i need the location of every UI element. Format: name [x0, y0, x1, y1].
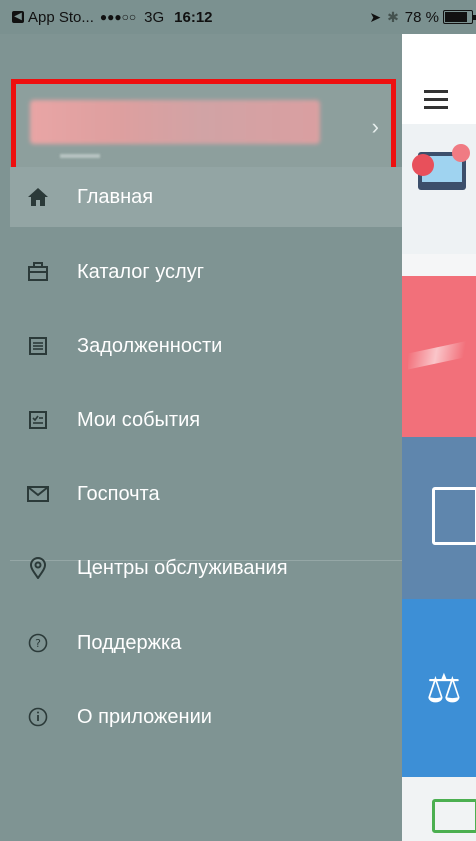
main-content-peek[interactable]: ⚖: [402, 34, 476, 841]
services-tile[interactable]: [402, 276, 476, 437]
profile-header[interactable]: ›: [11, 79, 396, 179]
status-bar: ◀ App Sto... ●●●○○ 3G 16:12 ➤ ✱ 78 %: [0, 0, 476, 34]
menu-item-gosmail[interactable]: Госпочта: [10, 464, 402, 524]
status-time: 16:12: [174, 8, 213, 26]
bluetooth-icon: ✱: [387, 8, 399, 25]
banner-tile[interactable]: [402, 124, 476, 254]
list-tile[interactable]: [402, 777, 476, 841]
info-icon: [22, 707, 54, 727]
profile-subtitle-redacted: [60, 154, 100, 158]
signal-strength: ●●●○○: [99, 10, 137, 24]
hamburger-menu-icon[interactable]: [424, 90, 448, 114]
network-type: 3G: [144, 8, 165, 26]
menu-item-service-centers[interactable]: Центры обслуживания: [10, 538, 402, 598]
list-icon: [432, 799, 476, 833]
percent-document-icon: [432, 487, 476, 545]
events-icon: [22, 410, 54, 430]
back-to-app-icon[interactable]: ◀: [12, 11, 24, 23]
help-icon: ?: [22, 633, 54, 653]
debts-icon: [22, 336, 54, 356]
mail-icon: [22, 486, 54, 502]
app-screen: ◀ App Sto... ●●●○○ 3G 16:12 ➤ ✱ 78 % › Г…: [0, 0, 476, 841]
menu-item-debts[interactable]: Задолженности: [10, 316, 402, 376]
menu-item-label: Центры обслуживания: [77, 556, 288, 579]
menu-item-label: Задолженности: [77, 334, 223, 357]
scales-icon: ⚖: [426, 667, 462, 711]
svg-text:?: ?: [35, 637, 41, 650]
menu-item-events[interactable]: Мои события: [10, 390, 402, 450]
menu-item-catalog[interactable]: Каталог услуг: [10, 242, 402, 302]
home-icon: [22, 187, 54, 207]
fines-tile[interactable]: ⚖: [402, 599, 476, 777]
menu-item-support[interactable]: ? Поддержка: [10, 613, 402, 673]
battery-icon: [443, 10, 473, 24]
location-arrow-icon: ➤: [369, 8, 382, 25]
taxes-tile[interactable]: [402, 437, 476, 599]
menu-item-label: Главная: [77, 185, 154, 208]
menu-item-home[interactable]: Главная: [10, 167, 402, 227]
menu-item-label: О приложении: [77, 705, 212, 728]
profile-name-redacted: [30, 100, 320, 144]
menu-item-label: Каталог услуг: [77, 260, 205, 283]
back-app-label[interactable]: App Sto...: [28, 9, 94, 26]
location-pin-icon: [22, 557, 54, 579]
menu-item-label: Госпочта: [77, 482, 160, 505]
battery-percent: 78 %: [404, 8, 439, 26]
chevron-right-icon: ›: [371, 114, 379, 139]
menu-item-about[interactable]: О приложении: [10, 687, 402, 747]
catalog-icon: [22, 262, 54, 282]
menu-item-label: Мои события: [77, 408, 201, 431]
navigation-drawer: › Главная Каталог услуг Задолженности Мо…: [0, 34, 402, 841]
menu-item-label: Поддержка: [77, 631, 182, 654]
